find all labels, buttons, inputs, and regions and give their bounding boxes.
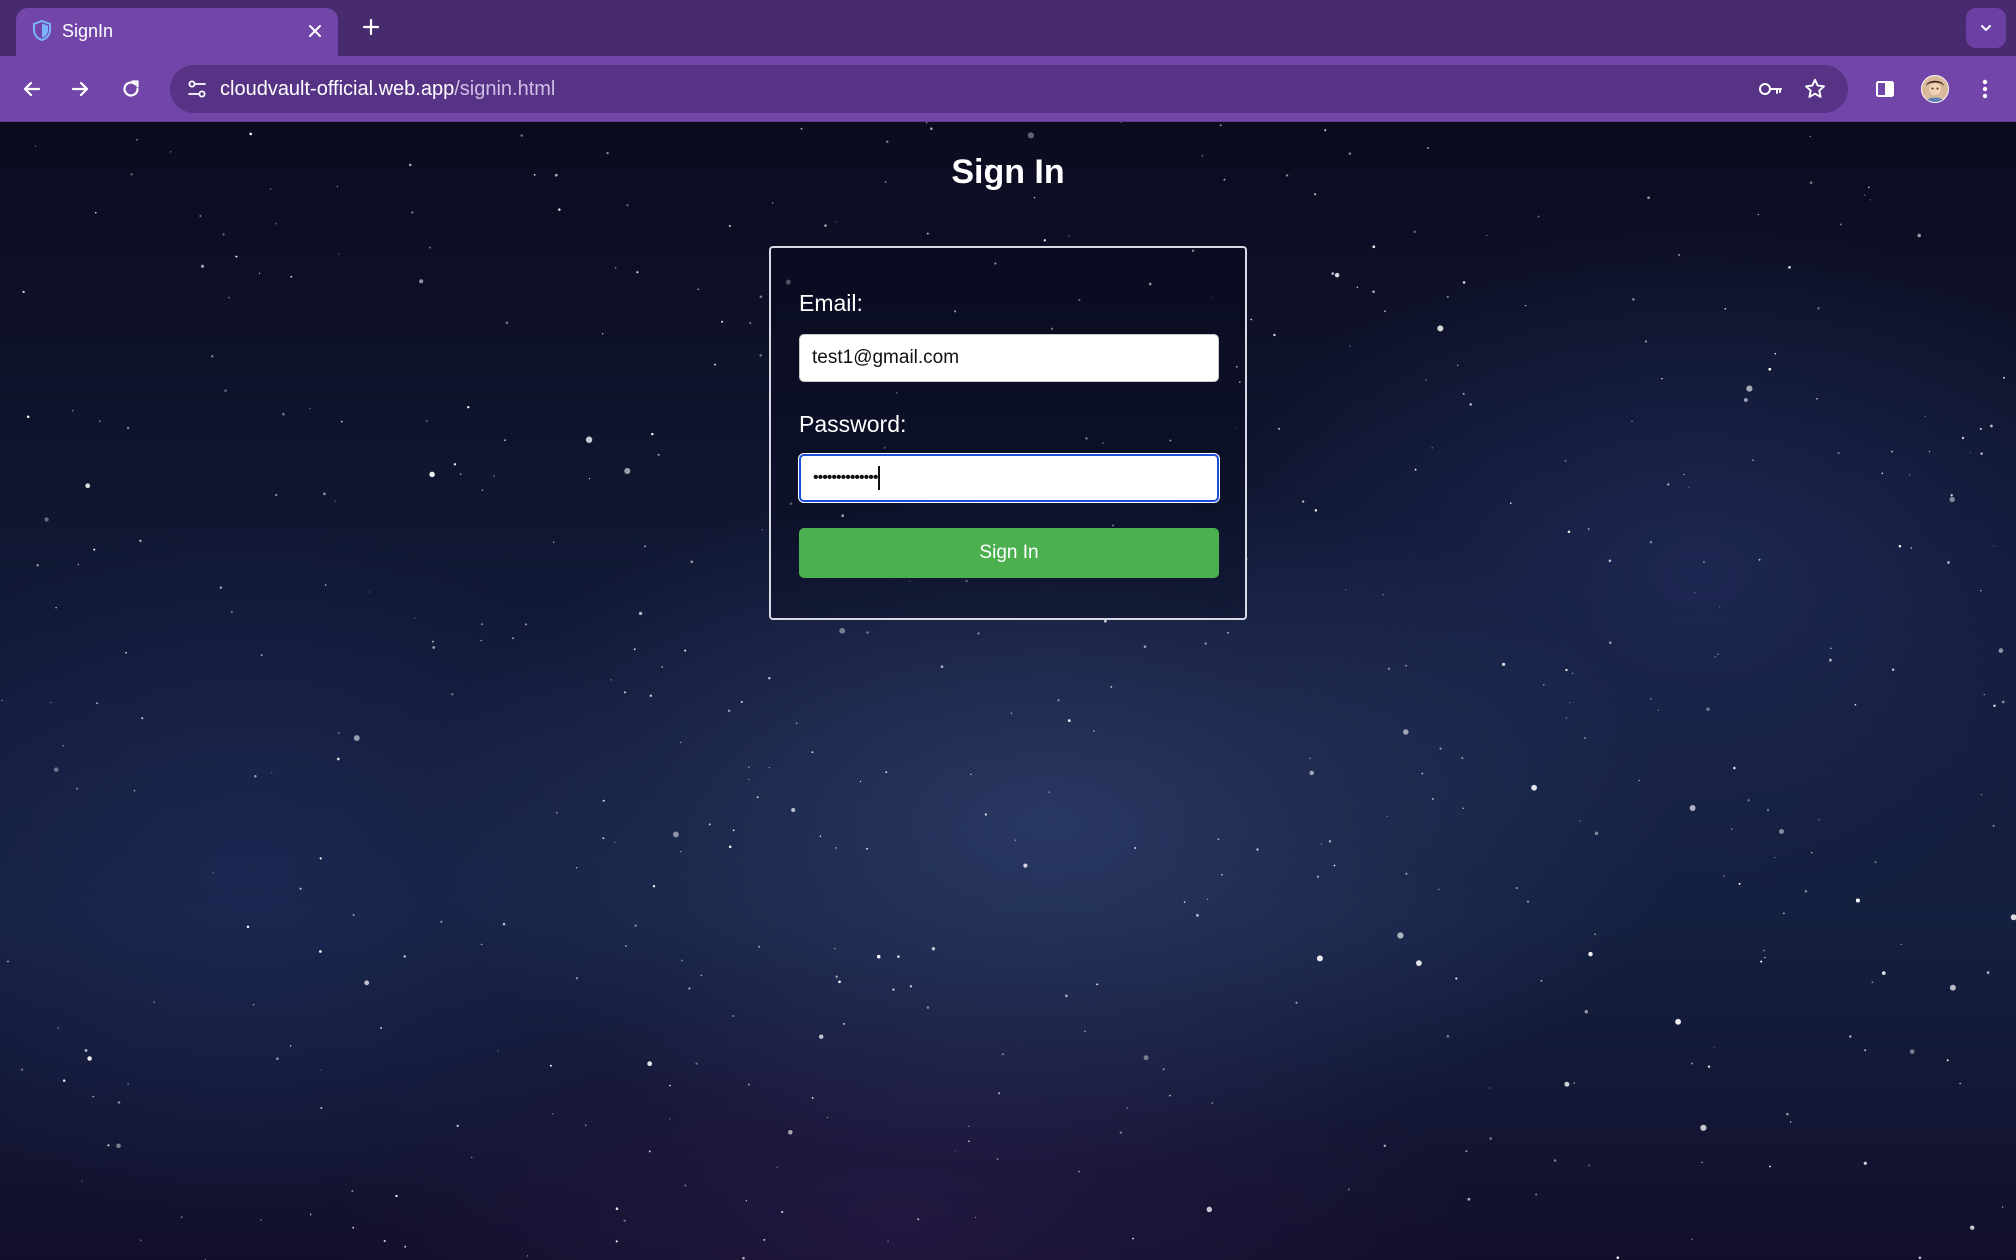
tune-icon[interactable] (182, 74, 212, 104)
signin-form: Email: test1@gmail.com Password: •••••••… (769, 246, 1247, 620)
browser-toolbar: cloudvault-official.web.app/signin.html (0, 56, 2016, 122)
address-bar[interactable]: cloudvault-official.web.app/signin.html (170, 65, 1848, 113)
page-viewport: Sign In Email: test1@gmail.com Password:… (0, 122, 2016, 1260)
sign-in-button[interactable]: Sign In (799, 528, 1219, 578)
close-icon[interactable] (302, 18, 328, 44)
tab-signin[interactable]: SignIn (16, 8, 338, 56)
shield-icon (30, 19, 54, 43)
password-label: Password: (799, 411, 907, 437)
url-path: /signin.html (454, 78, 556, 100)
plus-icon[interactable] (356, 12, 386, 42)
email-field[interactable]: test1@gmail.com (799, 334, 1219, 382)
password-masked-value: •••••••••••••• (813, 469, 878, 486)
profile-avatar-button[interactable] (1915, 69, 1955, 109)
kebab-menu-icon[interactable] (1965, 69, 2005, 109)
reload-icon[interactable] (111, 69, 151, 109)
url-host: cloudvault-official.web.app (220, 78, 455, 100)
avatar (1921, 75, 1949, 103)
side-panel-icon[interactable] (1865, 69, 1905, 109)
password-field[interactable]: •••••••••••••• (799, 454, 1219, 502)
arrow-right-icon[interactable] (60, 69, 100, 109)
browser-window: SignIn cloudvault-official.web.app/signi… (0, 0, 2016, 1260)
page-title: Sign In (951, 153, 1065, 191)
key-icon[interactable] (1756, 74, 1786, 104)
text-caret (878, 466, 881, 490)
email-label: Email: (799, 290, 863, 316)
chevron-down-icon[interactable] (1966, 8, 2006, 48)
star-icon[interactable] (1800, 74, 1830, 104)
tab-strip: SignIn (0, 0, 2016, 56)
tab-title: SignIn (62, 21, 114, 41)
url-text: cloudvault-official.web.app/signin.html (220, 76, 555, 102)
arrow-left-icon[interactable] (12, 69, 52, 109)
